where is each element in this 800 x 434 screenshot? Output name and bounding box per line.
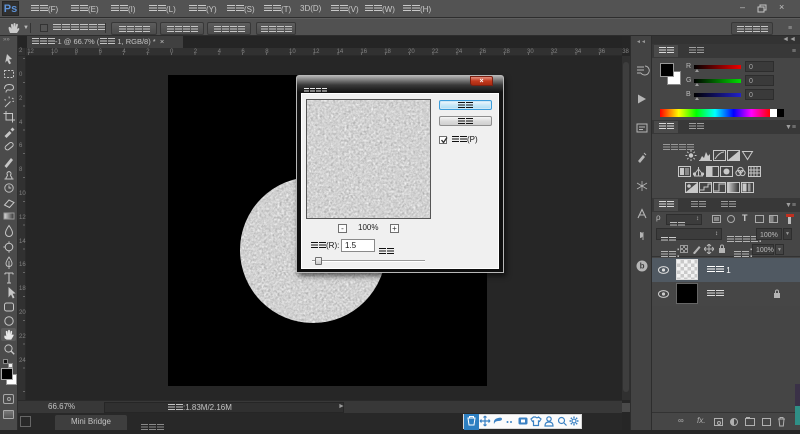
svg-text:b: b [640,262,645,271]
